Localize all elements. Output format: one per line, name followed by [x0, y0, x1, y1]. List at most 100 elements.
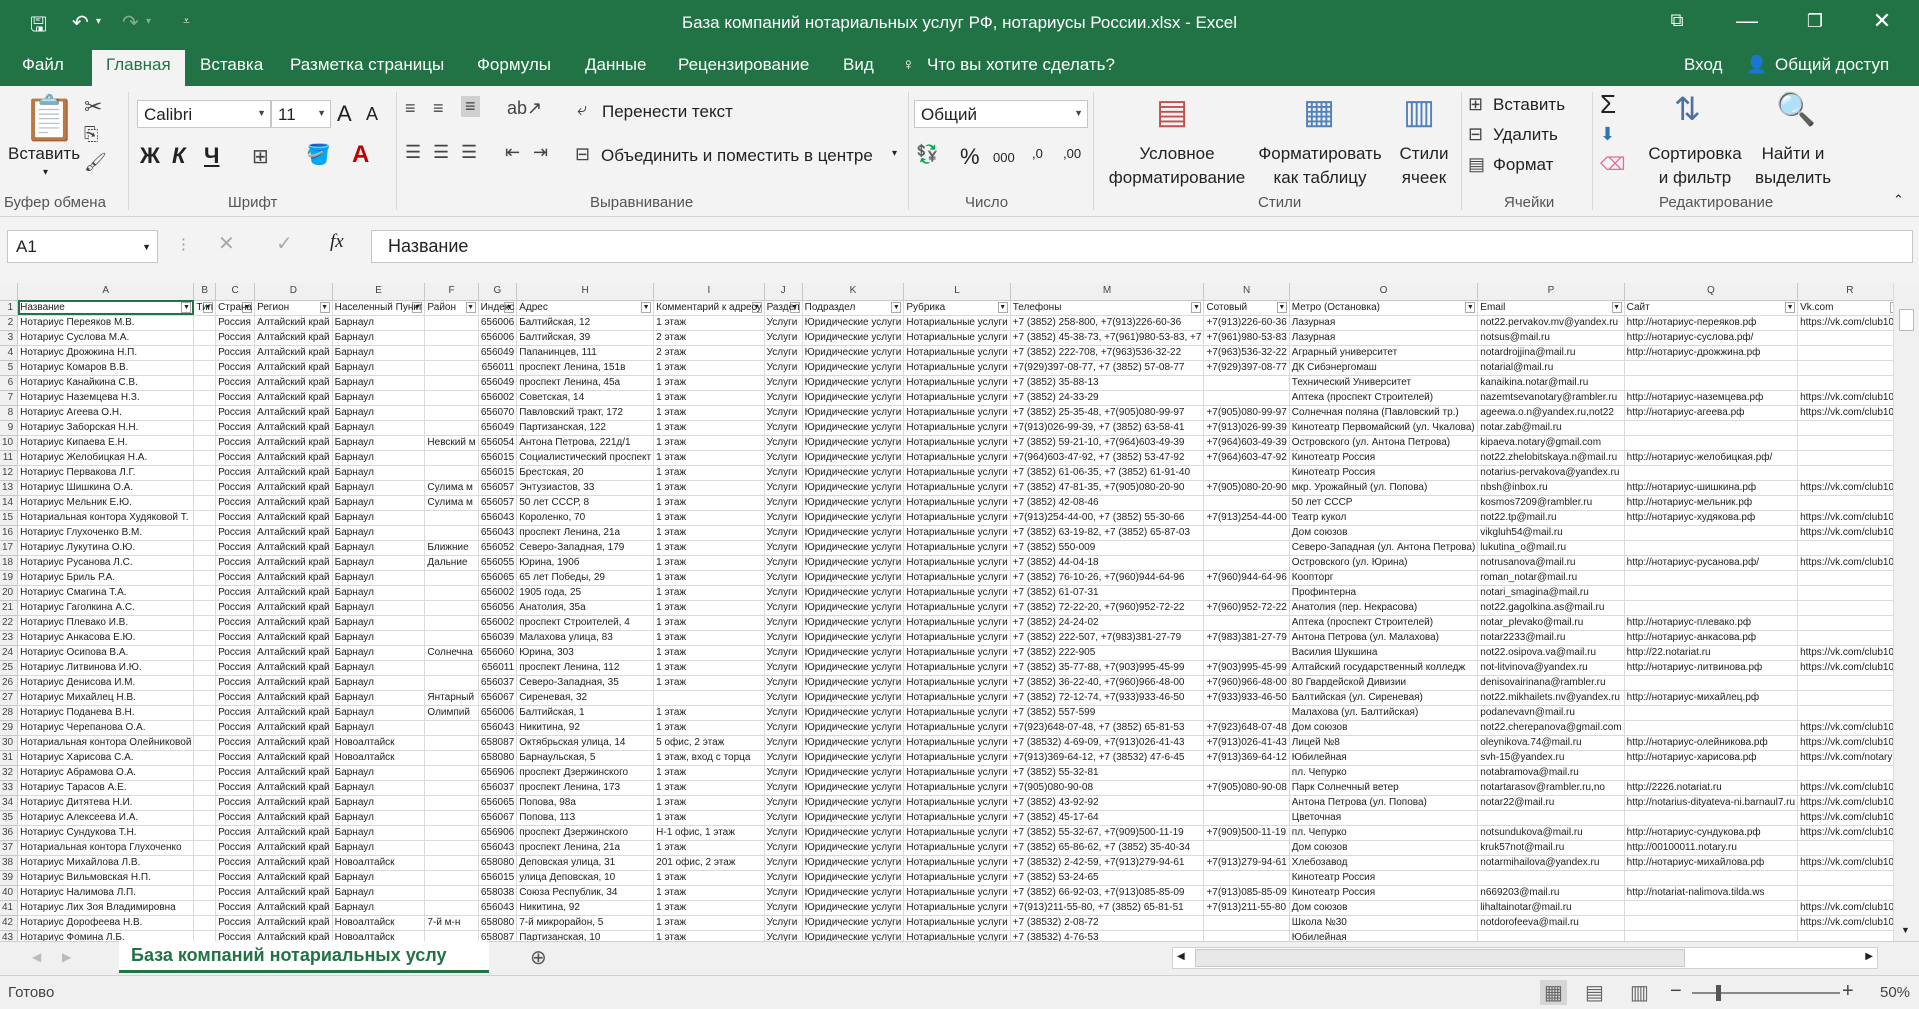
- cell[interactable]: 5 офис, 2 этаж: [653, 735, 765, 751]
- cell[interactable]: Олимпий: [424, 705, 479, 721]
- cell[interactable]: Алтайский край: [254, 630, 333, 646]
- cell[interactable]: Юридические услуги: [802, 855, 905, 871]
- header-cell[interactable]: ▼ Метро (Остановка): [1289, 300, 1479, 316]
- cell[interactable]: Алтайский край: [254, 735, 333, 751]
- conditional-formatting-icon[interactable]: ▤: [1156, 92, 1188, 132]
- cell[interactable]: 1 этаж: [653, 675, 765, 691]
- column-header[interactable]: M: [1010, 283, 1205, 301]
- tab-formulas[interactable]: Формулы: [477, 55, 551, 75]
- cell[interactable]: ageewa.o.n@yandex.ru,not22: [1477, 405, 1625, 421]
- cell[interactable]: Услуги: [764, 915, 803, 931]
- cell[interactable]: Юридические услуги: [802, 525, 905, 541]
- cell[interactable]: 656049: [478, 420, 518, 436]
- cell[interactable]: Нотариус Михайлова Л.В.: [17, 855, 195, 871]
- cell[interactable]: http://нотариус-наземцева.рф: [1624, 390, 1799, 406]
- cell[interactable]: +7(913)026-99-39, +7 (3852) 63-58-41: [1010, 420, 1205, 436]
- tell-me-box[interactable]: Что вы хотите сделать?: [927, 55, 1115, 75]
- cell[interactable]: Анатолия (пер. Некрасова): [1289, 600, 1479, 616]
- cell[interactable]: Малахова улица, 83: [516, 630, 655, 646]
- cell[interactable]: Кинотеатр Россия: [1289, 465, 1479, 481]
- filter-dropdown-icon[interactable]: ▼: [1191, 301, 1202, 313]
- cell[interactable]: +7(913)211-55-80, +7 (3852) 65-81-51: [1010, 900, 1205, 916]
- cell[interactable]: Балтийская, 1: [516, 705, 655, 721]
- cell[interactable]: улица Деповская, 10: [516, 870, 655, 886]
- cell[interactable]: Антона Петрова (ул. Малахова): [1289, 630, 1479, 646]
- cell[interactable]: Россия: [215, 705, 256, 721]
- cell[interactable]: 1 этаж: [653, 315, 765, 331]
- cell[interactable]: Россия: [215, 675, 256, 691]
- cell[interactable]: Барнаул: [332, 645, 426, 661]
- cell[interactable]: Алтайский край: [254, 405, 333, 421]
- row-header[interactable]: 16: [0, 525, 19, 541]
- cell[interactable]: 50 лет СССР: [1289, 495, 1479, 511]
- format-as-table-icon[interactable]: ▦: [1303, 92, 1335, 132]
- cell[interactable]: Услуги: [764, 315, 803, 331]
- cell[interactable]: 1 этаж: [653, 450, 765, 466]
- cell[interactable]: Юридические услуги: [802, 825, 905, 841]
- row-header[interactable]: 15: [0, 510, 19, 526]
- wrap-text-button[interactable]: Перенести текст: [602, 102, 733, 122]
- cell[interactable]: notarial@mail.ru: [1477, 360, 1625, 376]
- cell[interactable]: Нотариальные услуги: [903, 405, 1011, 421]
- cell[interactable]: +7(929)397-08-77, +7 (3852) 57-08-77: [1010, 360, 1205, 376]
- cell[interactable]: Услуги: [764, 750, 803, 766]
- row-header[interactable]: 12: [0, 465, 19, 481]
- row-header[interactable]: 1: [0, 300, 19, 316]
- cell[interactable]: [193, 360, 217, 376]
- cell[interactable]: [193, 405, 217, 421]
- cell[interactable]: +7 (3852) 47-81-35, +7(905)080-20-90: [1010, 480, 1205, 496]
- cell[interactable]: Барнаул: [332, 345, 426, 361]
- cell[interactable]: Барнаул: [332, 360, 426, 376]
- page-break-view-icon[interactable]: ▥: [1630, 980, 1649, 1005]
- bold-button[interactable]: Ж: [140, 143, 160, 169]
- cell[interactable]: http://нотариус-русанова.рф/: [1624, 555, 1799, 571]
- cell[interactable]: Нотариус Шишкина О.А.: [17, 480, 195, 496]
- cell[interactable]: [1203, 585, 1290, 601]
- column-header[interactable]: R: [1797, 283, 1893, 301]
- cell[interactable]: [424, 315, 479, 331]
- cell[interactable]: Нотариальные услуги: [903, 540, 1011, 556]
- cell[interactable]: Алтайский край: [254, 885, 333, 901]
- cell[interactable]: Нотариус Алексеева И.А.: [17, 810, 195, 826]
- cell[interactable]: Юридические услуги: [802, 555, 905, 571]
- cell[interactable]: 656006: [478, 705, 518, 721]
- cell[interactable]: 1 этаж: [653, 885, 765, 901]
- cell[interactable]: http://нотариус-шишкина.рф: [1624, 480, 1799, 496]
- cell[interactable]: 658087: [478, 930, 518, 941]
- cell[interactable]: Кинотеатр Россия: [1289, 885, 1479, 901]
- cell[interactable]: [1797, 450, 1893, 466]
- cell[interactable]: http://нотариус-сундукова.рф: [1624, 825, 1799, 841]
- cell[interactable]: https://vk.com/club109: [1797, 390, 1893, 406]
- column-header[interactable]: C: [215, 283, 256, 301]
- cell[interactable]: 656049: [478, 375, 518, 391]
- cell[interactable]: https://vk.com/club109: [1797, 900, 1893, 916]
- cell[interactable]: Нотариальные услуги: [903, 675, 1011, 691]
- cell[interactable]: Алтайский край: [254, 615, 333, 631]
- cell[interactable]: 656043: [478, 525, 518, 541]
- cell[interactable]: Островского (ул. Юрина): [1289, 555, 1479, 571]
- cell[interactable]: 658038: [478, 885, 518, 901]
- cell[interactable]: Услуги: [764, 720, 803, 736]
- cell[interactable]: denisovairinana@rambler.ru: [1477, 675, 1625, 691]
- cell[interactable]: [424, 510, 479, 526]
- cell[interactable]: Юридические услуги: [802, 885, 905, 901]
- cell[interactable]: Барнаул: [332, 510, 426, 526]
- cell[interactable]: Услуги: [764, 450, 803, 466]
- column-header[interactable]: J: [764, 283, 803, 301]
- cell[interactable]: Кинотеатр Первомайский (ул. Чкалова): [1289, 420, 1479, 436]
- cell[interactable]: Октябрьская улица, 14: [516, 735, 655, 751]
- cell[interactable]: +7(905)080-99-97: [1203, 405, 1290, 421]
- cell[interactable]: Услуги: [764, 930, 803, 941]
- cell[interactable]: Нотариальные услуги: [903, 930, 1011, 941]
- cell[interactable]: Нотариальные услуги: [903, 780, 1011, 796]
- cell[interactable]: Антона Петрова, 221д/1: [516, 435, 655, 451]
- cell[interactable]: Алтайский край: [254, 660, 333, 676]
- cell[interactable]: Россия: [215, 690, 256, 706]
- header-cell[interactable]: ▼ Название: [17, 300, 195, 316]
- zoom-in-icon[interactable]: +: [1842, 980, 1854, 1003]
- cell[interactable]: [1203, 930, 1290, 941]
- row-header[interactable]: 19: [0, 570, 19, 586]
- cell[interactable]: http://нотариус-суслова.рф/: [1624, 330, 1799, 346]
- cell[interactable]: Солнечная поляна (Павловский тр.): [1289, 405, 1479, 421]
- cell[interactable]: [193, 735, 217, 751]
